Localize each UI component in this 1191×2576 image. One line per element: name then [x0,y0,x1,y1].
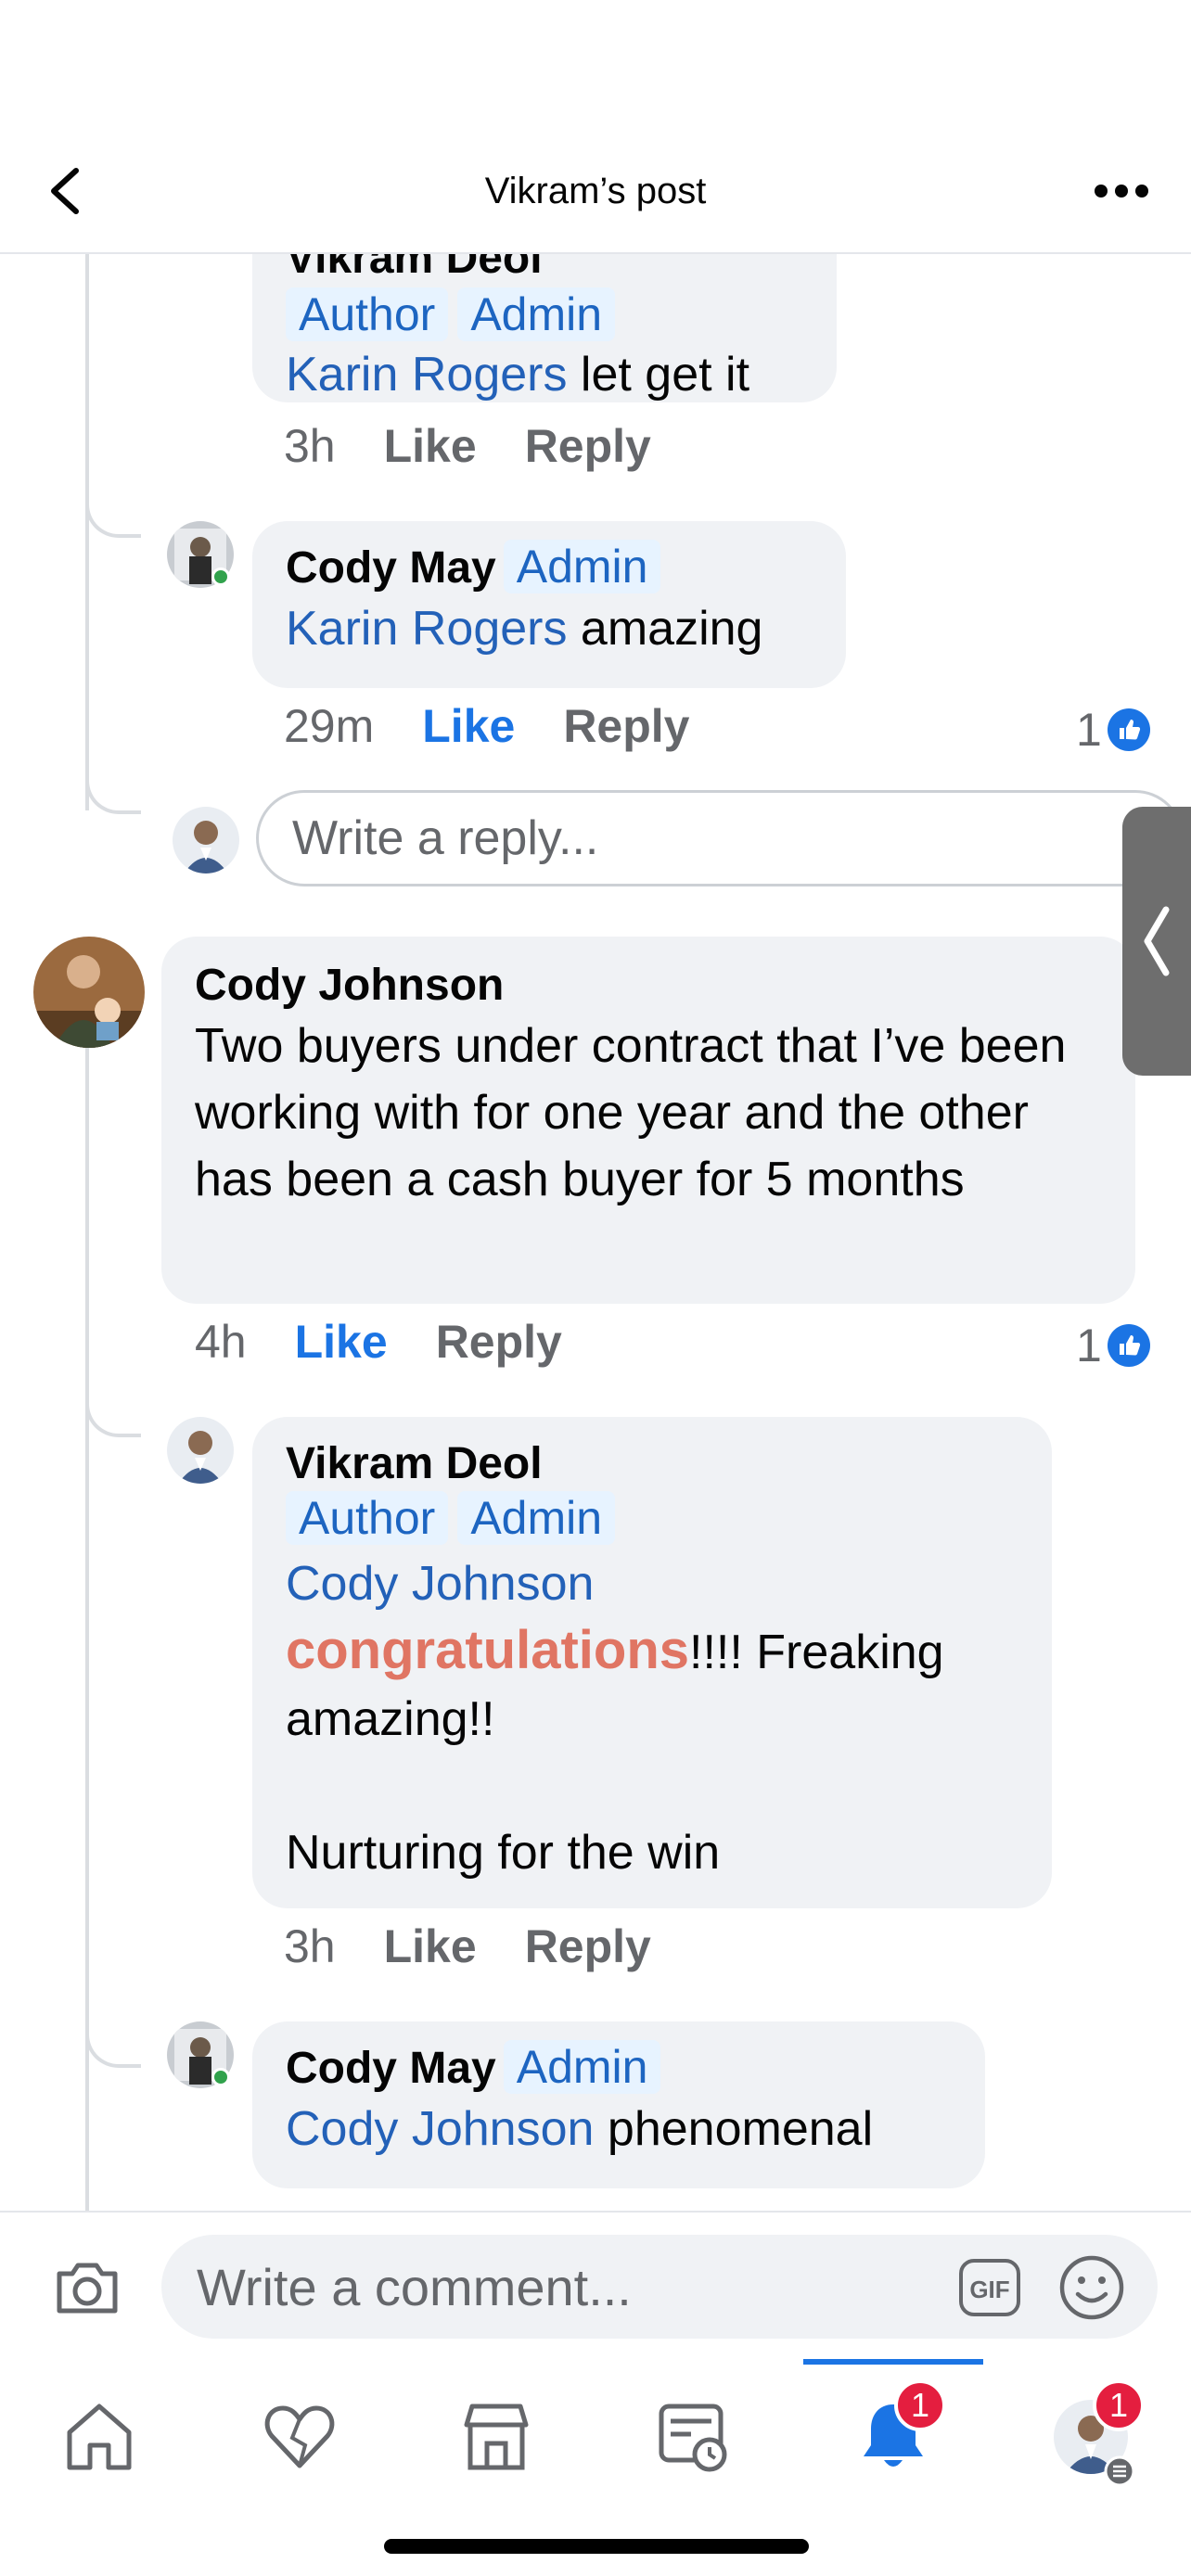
thread-line [85,254,89,810]
comment-author[interactable]: Cody May [286,2044,496,2093]
tab-notifications[interactable]: 1 [842,2379,946,2487]
like-button[interactable]: Like [422,699,515,753]
active-tab-indicator [803,2359,983,2365]
chevron-left-icon [1144,906,1170,976]
more-horizontal-icon [1095,185,1148,198]
reply-button[interactable]: Reply [525,419,651,473]
notification-count-badge: 1 [894,2379,946,2431]
thumbs-up-icon [1107,1324,1150,1367]
comment-composer: Write a comment... GIF [0,2211,1191,2359]
reply-button[interactable]: Reply [436,1315,562,1369]
home-indicator[interactable] [384,2539,809,2554]
like-button[interactable]: Like [384,419,477,473]
tab-marketplace[interactable] [445,2385,547,2487]
mention-link[interactable]: Cody Johnson [286,1550,1018,1617]
more-options-button[interactable] [1089,172,1154,210]
comment-actions: 4h Like Reply [195,1315,610,1369]
admin-badge: Admin [457,1491,616,1545]
gif-icon: GIF [959,2259,1020,2316]
mention-link[interactable]: Cody Johnson [286,2102,594,2156]
comment-text: Two buyers under contract that I’ve been… [195,1019,1067,1206]
reaction-count: 1 [1076,1320,1102,1371]
comments-feed[interactable]: Vikram Deol Author Admin Karin Rogers let… [0,254,1191,2211]
camera-button[interactable] [52,2251,122,2322]
online-status-indicator [211,567,230,586]
like-button[interactable]: Like [295,1315,388,1369]
home-icon [67,2404,132,2470]
comment-bubble: Vikram Deol Author Admin Cody Johnson con… [252,1417,1052,1908]
svg-text:GIF: GIF [969,2276,1009,2303]
camera-icon [57,2263,118,2314]
comment-time: 3h [284,420,336,472]
online-status-indicator [211,2068,230,2086]
menu-icon [1104,2455,1135,2487]
profile-count-badge: 1 [1093,2379,1145,2431]
avatar [173,807,239,874]
reply-button[interactable]: Reply [563,699,689,753]
comment-author[interactable]: Cody May [286,543,496,593]
comment-time: 29m [284,700,375,752]
like-button[interactable]: Like [384,1919,477,1973]
post-header: Vikram’s post [0,0,1191,254]
comment-actions: 3h Like Reply [284,1919,699,1973]
admin-badge: Admin [503,540,661,593]
mention-link[interactable]: Karin Rogers [286,602,567,656]
author-badge: Author [286,1491,449,1545]
admin-badge: Admin [457,287,616,341]
comment-author[interactable]: Vikram Deol [286,1437,1018,1491]
comment-author[interactable]: Vikram Deol [286,254,803,286]
heart-icon [264,2405,335,2468]
comment-author[interactable]: Cody Johnson [195,959,1102,1013]
tab-feeds[interactable] [642,2385,744,2487]
profile-photo [173,807,239,874]
thread-connector [85,1404,141,1437]
author-badge: Author [286,287,449,341]
profile-photo [33,937,145,1048]
comment-bubble: Cody May Admin Karin Rogers amazing [252,521,846,688]
tab-dating[interactable] [249,2385,351,2487]
reaction-summary[interactable]: 1 [1076,703,1150,757]
highlighted-word: congratulations [286,1620,690,1680]
feeds-clock-icon [659,2404,727,2472]
avatar[interactable] [33,937,145,1048]
comment-actions: 3h Like Reply [284,419,699,473]
comment-actions: 29m Like Reply [284,699,738,753]
thread-connector [85,781,141,814]
thread-connector [85,2034,141,2068]
reaction-summary[interactable]: 1 [1076,1319,1150,1372]
comment-text: Cody Johnson congratulations!!!! Freakin… [286,1550,1018,1886]
comment-bubble: Vikram Deol Author Admin Karin Rogers let… [252,254,837,402]
reply-button[interactable]: Reply [525,1919,651,1973]
comment-time: 4h [195,1316,247,1368]
admin-badge: Admin [503,2040,661,2094]
comment-bubble: Cody May Admin Cody Johnson phenomenal [252,2021,985,2188]
avatar[interactable] [167,1417,234,1484]
page-title: Vikram’s post [484,171,707,211]
tab-profile[interactable]: 1 [1039,2379,1145,2487]
tab-home[interactable] [48,2385,150,2487]
thread-connector [85,504,141,538]
profile-photo [167,1417,234,1484]
comment-time: 3h [284,1920,336,1972]
smiley-icon [1059,2255,1124,2320]
emoji-button[interactable] [1057,2253,1126,2322]
comment-bubble: Cody Johnson Two buyers under contract t… [161,937,1135,1304]
gif-button[interactable]: GIF [957,2257,1022,2318]
reply-input[interactable]: Write a reply... [256,790,1184,886]
comment-text: Karin Rogers let get it [286,348,750,402]
thumbs-up-icon [1107,708,1150,751]
marketplace-icon [464,2404,529,2470]
comment-text: Cody Johnson phenomenal [286,2102,874,2156]
reaction-count: 1 [1076,704,1102,756]
mention-link[interactable]: Karin Rogers [286,348,567,402]
comment-text: Karin Rogers amazing [286,602,763,656]
thread-line [85,1024,89,2211]
side-panel-toggle[interactable] [1122,807,1191,1076]
